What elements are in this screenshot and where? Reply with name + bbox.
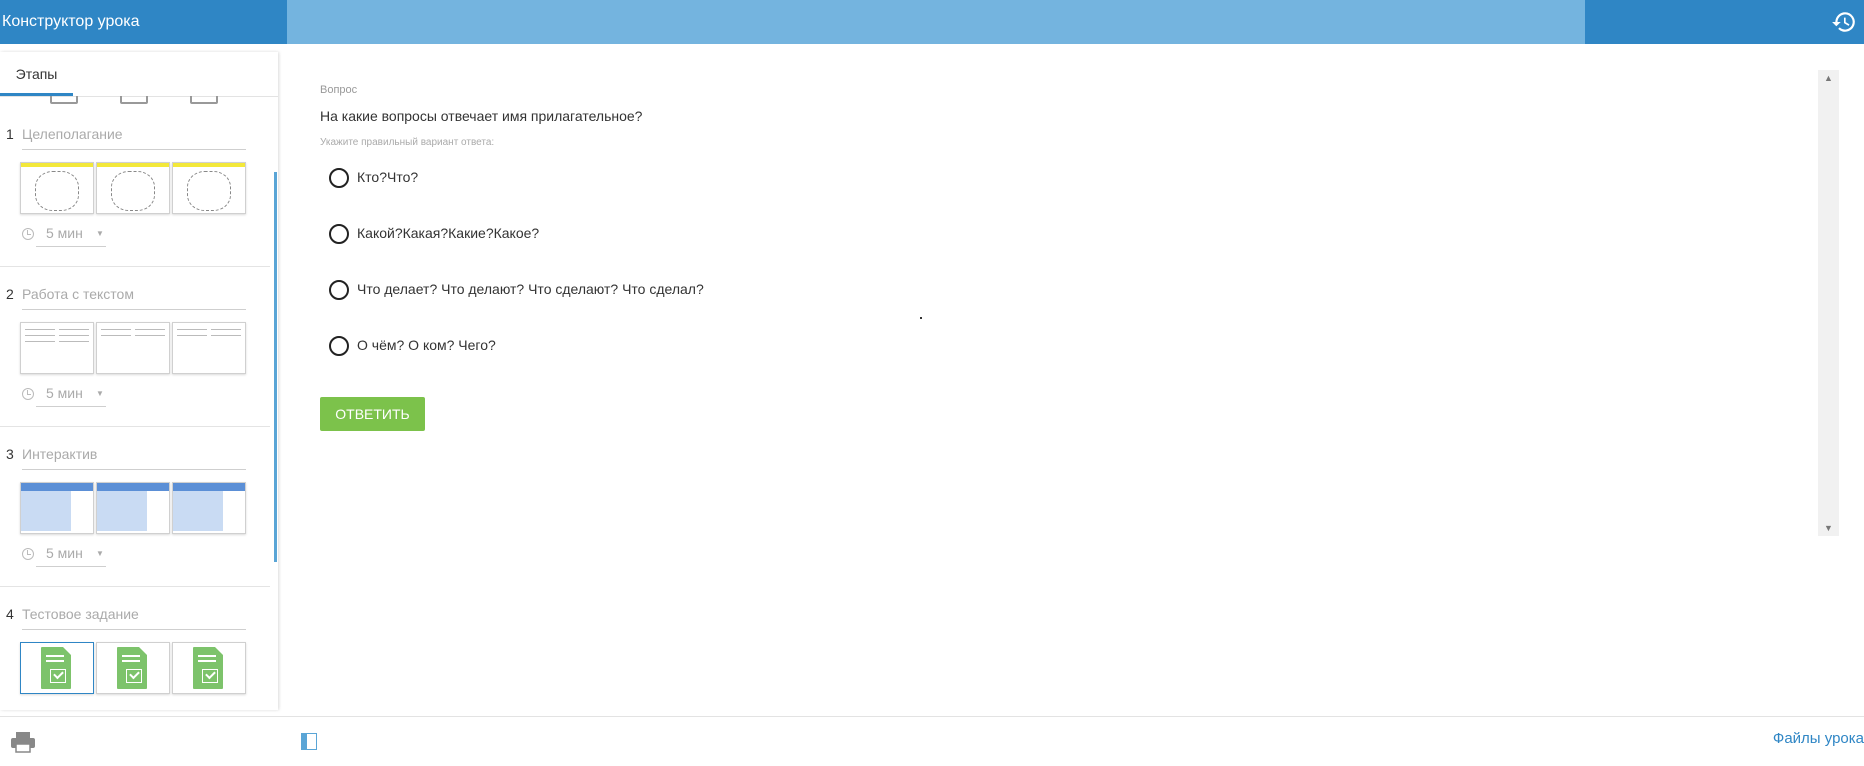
stage-divider — [0, 426, 270, 427]
answer-option-label[interactable]: О чём? О ком? Чего? — [357, 337, 496, 353]
duration-select[interactable]: 5 мин ▼ — [36, 384, 106, 407]
stage-thumbnails — [20, 162, 250, 214]
sidebar-tabs: Этапы — [0, 52, 278, 97]
duration-value: 5 мин — [46, 225, 83, 241]
stage-divider — [0, 266, 270, 267]
app-title: Конструктор урока — [2, 13, 140, 30]
test-document-icon — [117, 647, 147, 689]
clock-icon — [22, 548, 34, 560]
sidebar-scrollbar[interactable] — [274, 172, 277, 562]
top-bar-center-area — [287, 0, 1585, 44]
stage-title[interactable]: Целеполагание — [22, 126, 246, 150]
test-slide-thumbnail[interactable] — [172, 642, 246, 694]
slide-thumbnail[interactable] — [96, 162, 170, 214]
toggle-sidebar-icon[interactable] — [301, 733, 317, 750]
slide-thumbnail[interactable] — [172, 482, 246, 534]
question-caption: Вопрос — [320, 84, 358, 96]
slide-thumbnail[interactable] — [96, 322, 170, 374]
test-document-icon — [193, 647, 223, 689]
answer-option-label[interactable]: Кто?Что? — [357, 169, 418, 185]
submit-answer-button[interactable]: ОТВЕТИТЬ — [320, 397, 425, 431]
tab-stages[interactable]: Этапы — [0, 52, 73, 96]
duration-value: 5 мин — [46, 385, 83, 401]
dropdown-arrow-icon: ▼ — [96, 389, 104, 398]
test-slide-thumbnail[interactable] — [96, 642, 170, 694]
tablet-icon[interactable] — [120, 96, 148, 104]
slide-thumbnail[interactable] — [172, 322, 246, 374]
content-scrollbar[interactable]: ▲ ▼ — [1818, 70, 1839, 536]
duration-select[interactable]: 5 мин ▼ — [36, 224, 106, 247]
radio-button[interactable] — [329, 280, 349, 300]
stage-number: 3 — [6, 446, 14, 462]
multi-device-icon[interactable] — [190, 96, 218, 104]
answer-option-label[interactable]: Что делает? Что делают? Что сделают? Что… — [357, 281, 704, 297]
stage-title[interactable]: Работа с текстом — [22, 286, 246, 310]
stage-number: 1 — [6, 126, 14, 142]
stage-title[interactable]: Тестовое задание — [22, 606, 246, 630]
stage-thumbnails — [20, 642, 250, 694]
radio-button[interactable] — [329, 224, 349, 244]
clock-icon — [22, 228, 34, 240]
question-text: На какие вопросы отвечает имя прилагател… — [320, 108, 643, 124]
stage-thumbnails — [20, 482, 250, 534]
stray-dot — [920, 317, 922, 319]
slide-thumbnail[interactable] — [20, 322, 94, 374]
bottom-bar: Файлы урока — [0, 716, 1864, 766]
slide-thumbnail[interactable] — [96, 482, 170, 534]
slide-thumbnail[interactable] — [20, 162, 94, 214]
stages-sidebar: Этапы 1 Целеполагание 5 мин ▼ 2 Работа с… — [0, 52, 278, 710]
stage-divider — [0, 586, 270, 587]
slide-thumbnail[interactable] — [20, 482, 94, 534]
desktop-icon[interactable] — [50, 96, 78, 104]
clock-icon — [22, 388, 34, 400]
radio-button[interactable] — [329, 336, 349, 356]
top-bar: Конструктор урока — [0, 0, 1864, 44]
duration-select[interactable]: 5 мин ▼ — [36, 544, 106, 567]
stage-number: 2 — [6, 286, 14, 302]
lesson-files-link[interactable]: Файлы урока — [1773, 730, 1864, 747]
stage-title[interactable]: Интерактив — [22, 446, 246, 470]
answer-hint: Укажите правильный вариант ответа: — [320, 137, 495, 148]
radio-button[interactable] — [329, 168, 349, 188]
slide-thumbnail[interactable] — [172, 162, 246, 214]
duration-value: 5 мин — [46, 545, 83, 561]
answer-option-label[interactable]: Какой?Какая?Какие?Какое? — [357, 225, 539, 241]
stage-number: 4 — [6, 606, 14, 622]
test-document-icon — [41, 647, 71, 689]
scroll-down-arrow-icon[interactable]: ▼ — [1818, 520, 1839, 536]
history-icon[interactable] — [1824, 0, 1864, 44]
test-slide-thumbnail[interactable] — [20, 642, 94, 694]
device-switcher — [0, 96, 278, 108]
dropdown-arrow-icon: ▼ — [96, 549, 104, 558]
dropdown-arrow-icon: ▼ — [96, 229, 104, 238]
print-icon[interactable] — [10, 731, 36, 753]
scroll-up-arrow-icon[interactable]: ▲ — [1818, 70, 1839, 86]
stage-thumbnails — [20, 322, 250, 374]
